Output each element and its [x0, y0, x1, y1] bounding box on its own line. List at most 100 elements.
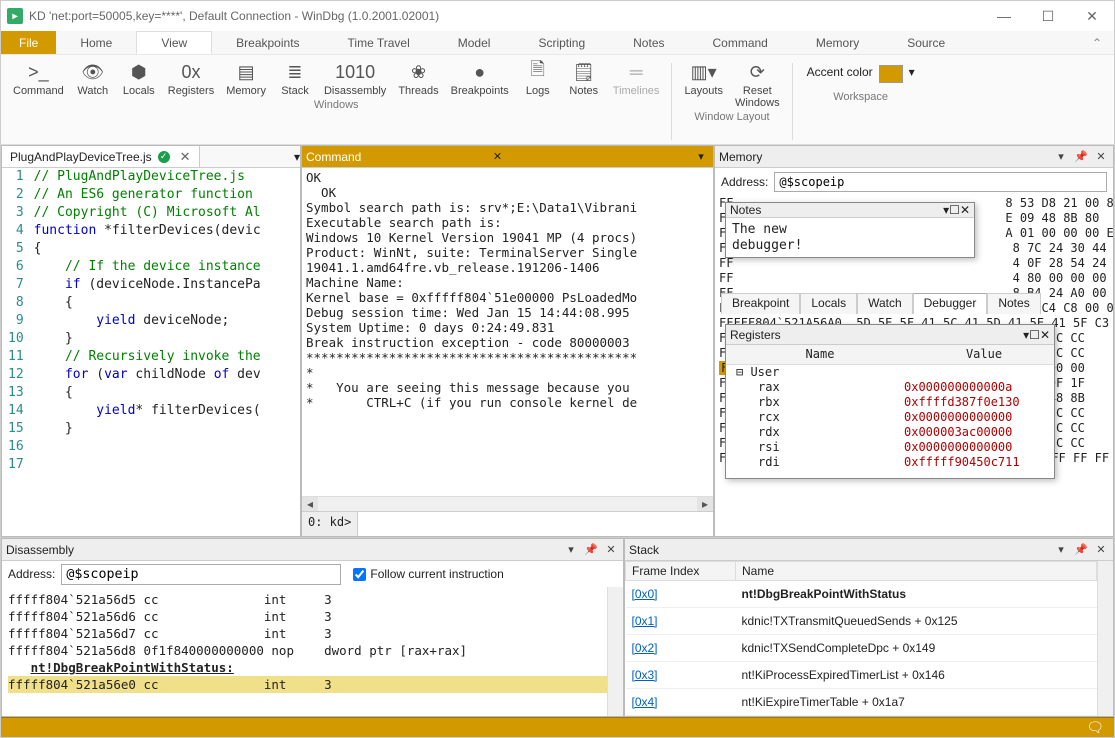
- menu-command[interactable]: Command: [689, 31, 792, 54]
- notes-floating-window[interactable]: Notes ▾ ☐ ✕ The new debugger!: [725, 202, 975, 258]
- disassembly-icon: 1010: [341, 61, 369, 83]
- disassembly-view[interactable]: fffff804`521a56d5 cc int 3fffff804`521a5…: [2, 587, 607, 716]
- ribbon-threads[interactable]: ❀Threads: [392, 59, 444, 97]
- notes-body[interactable]: The new debugger!: [726, 218, 974, 258]
- register-group-user[interactable]: ⊟ User: [726, 365, 1054, 380]
- ribbon-logs[interactable]: 🗎Logs: [515, 59, 561, 97]
- window-title: KD 'net:port=50005,key=****', Default Co…: [29, 9, 439, 23]
- ribbon-notes[interactable]: 🗒Notes: [561, 59, 607, 97]
- menu-scripting[interactable]: Scripting: [514, 31, 609, 54]
- ribbon-collapse-icon[interactable]: ⌃: [1080, 31, 1114, 54]
- ribbon-disassembly[interactable]: 1010Disassembly: [318, 59, 392, 97]
- memory-icon: ▤: [232, 61, 260, 83]
- stack-header: Stack ▾ 📌 ✕: [625, 539, 1113, 561]
- register-row[interactable]: rcx0x0000000000000: [726, 410, 1054, 425]
- accent-color-picker[interactable]: Accent color ▾: [799, 59, 923, 89]
- close-icon[interactable]: ✕: [490, 149, 506, 165]
- logs-icon: 🗎: [524, 61, 552, 83]
- menu-view[interactable]: View: [136, 31, 212, 54]
- close-icon[interactable]: ✕: [960, 203, 970, 217]
- stack-row[interactable]: [0x0]nt!DbgBreakPointWithStatus: [626, 581, 1097, 608]
- v-scrollbar[interactable]: [1097, 561, 1113, 716]
- menu-notes[interactable]: Notes: [609, 31, 688, 54]
- stack-icon: ≣: [281, 61, 309, 83]
- close-tab-icon[interactable]: ✕: [176, 149, 191, 165]
- panel-menu-icon[interactable]: ▾: [563, 542, 579, 558]
- command-header: Command ✕ ▾: [302, 146, 713, 168]
- command-input[interactable]: [358, 512, 713, 536]
- stack-row[interactable]: [0x1]kdnic!TXTransmitQueuedSends + 0x125: [626, 608, 1097, 635]
- tab-watch[interactable]: Watch: [857, 293, 913, 314]
- panel-menu-icon[interactable]: ▾: [1053, 149, 1069, 165]
- follow-instruction-check[interactable]: [353, 568, 366, 581]
- maximize-icon[interactable]: ☐: [949, 203, 960, 217]
- tab-debugger[interactable]: Debugger: [913, 293, 988, 314]
- ribbon-locals[interactable]: ⬢Locals: [116, 59, 162, 97]
- ribbon-reset-windows[interactable]: ⟳Reset Windows: [729, 59, 786, 109]
- ribbon-command[interactable]: >_Command: [7, 59, 70, 97]
- registers-icon: 0x: [177, 61, 205, 83]
- stack-row[interactable]: [0x3]nt!KiProcessExpiredTimerList + 0x14…: [626, 662, 1097, 689]
- ribbon-group-layout: Window Layout: [678, 109, 785, 127]
- menu-breakpoints[interactable]: Breakpoints: [212, 31, 323, 54]
- memory-tabs: BreakpointLocalsWatchDebuggerNotes: [721, 292, 1043, 314]
- ribbon-layouts[interactable]: ▥▾Layouts: [678, 59, 729, 109]
- maximize-button[interactable]: ☐: [1026, 1, 1070, 31]
- close-button[interactable]: ✕: [1070, 1, 1114, 31]
- app-icon: ▸: [7, 8, 23, 24]
- register-row[interactable]: rdx0x000003ac00000: [726, 425, 1054, 440]
- maximize-icon[interactable]: ☐: [1029, 328, 1040, 342]
- h-scrollbar[interactable]: ◂▸: [302, 496, 713, 511]
- memory-address-input[interactable]: [774, 172, 1107, 192]
- menu-file[interactable]: File: [1, 31, 56, 54]
- ribbon-stack[interactable]: ≣Stack: [272, 59, 318, 97]
- close-icon[interactable]: ✕: [1040, 328, 1050, 342]
- stack-row[interactable]: [0x4]nt!KiExpireTimerTable + 0x1a7: [626, 689, 1097, 716]
- register-row[interactable]: rdi0xfffff90450c711: [726, 455, 1054, 470]
- pin-icon[interactable]: 📌: [583, 542, 599, 558]
- register-row[interactable]: rax0x000000000000a: [726, 380, 1054, 395]
- source-editor[interactable]: 1234567891011121314151617 // PlugAndPlay…: [2, 168, 300, 536]
- registers-floating-window[interactable]: Registers ▾ ☐ ✕ NameValue ⊟ User rax0x00…: [725, 324, 1055, 479]
- v-scrollbar[interactable]: [607, 587, 623, 716]
- disasm-address-input[interactable]: [61, 564, 341, 585]
- close-icon[interactable]: ✕: [603, 542, 619, 558]
- ribbon-group-workspace: Workspace: [799, 89, 923, 107]
- feedback-icon[interactable]: 🗨: [1086, 719, 1104, 736]
- ribbon-memory[interactable]: ▤Memory: [220, 59, 272, 97]
- register-row[interactable]: rsi0x0000000000000: [726, 440, 1054, 455]
- ribbon-registers[interactable]: 0xRegisters: [162, 59, 220, 97]
- menu-home[interactable]: Home: [56, 31, 136, 54]
- pin-icon[interactable]: 📌: [1073, 542, 1089, 558]
- doc-tab-plugandplay[interactable]: PlugAndPlayDeviceTree.js ✓ ✕: [2, 146, 200, 167]
- tab-breakpoint[interactable]: Breakpoint: [721, 293, 800, 314]
- watch-icon: 👁: [79, 61, 107, 83]
- app-window: ▸ KD 'net:port=50005,key=****', Default …: [0, 0, 1115, 738]
- command-icon: >_: [24, 61, 52, 83]
- panel-menu-icon[interactable]: ▾: [693, 149, 709, 165]
- pin-icon[interactable]: 📌: [1073, 149, 1089, 165]
- menu-bar: File Home View Breakpoints Time Travel M…: [1, 31, 1114, 55]
- ribbon: >_Command👁Watch⬢Locals0xRegisters▤Memory…: [1, 55, 1114, 145]
- dropdown-icon: ▾: [909, 65, 915, 79]
- tab-notes[interactable]: Notes: [987, 293, 1040, 314]
- ribbon-group-windows: Windows: [7, 97, 665, 115]
- register-row[interactable]: rbx0xffffd387f0e130: [726, 395, 1054, 410]
- memory-header: Memory ▾ 📌 ✕: [715, 146, 1113, 168]
- menu-memory[interactable]: Memory: [792, 31, 883, 54]
- menu-timetravel[interactable]: Time Travel: [324, 31, 434, 54]
- close-icon[interactable]: ✕: [1093, 542, 1109, 558]
- minimize-button[interactable]: —: [982, 1, 1026, 31]
- panel-menu-icon[interactable]: ▾: [1053, 542, 1069, 558]
- panel-menu-icon[interactable]: ▾: [294, 150, 300, 164]
- ribbon-watch[interactable]: 👁Watch: [70, 59, 116, 97]
- tab-locals[interactable]: Locals: [800, 293, 857, 314]
- close-icon[interactable]: ✕: [1093, 149, 1109, 165]
- ribbon-breakpoints[interactable]: ●Breakpoints: [445, 59, 515, 97]
- stack-row[interactable]: [0x2]kdnic!TXSendCompleteDpc + 0x149: [626, 635, 1097, 662]
- menu-model[interactable]: Model: [434, 31, 515, 54]
- stack-table[interactable]: Frame IndexName [0x0]nt!DbgBreakPointWit…: [625, 561, 1097, 716]
- menu-source[interactable]: Source: [883, 31, 969, 54]
- command-output[interactable]: OK OK Symbol search path is: srv*;E:\Dat…: [302, 168, 713, 496]
- follow-instruction-checkbox[interactable]: Follow current instruction: [347, 563, 509, 585]
